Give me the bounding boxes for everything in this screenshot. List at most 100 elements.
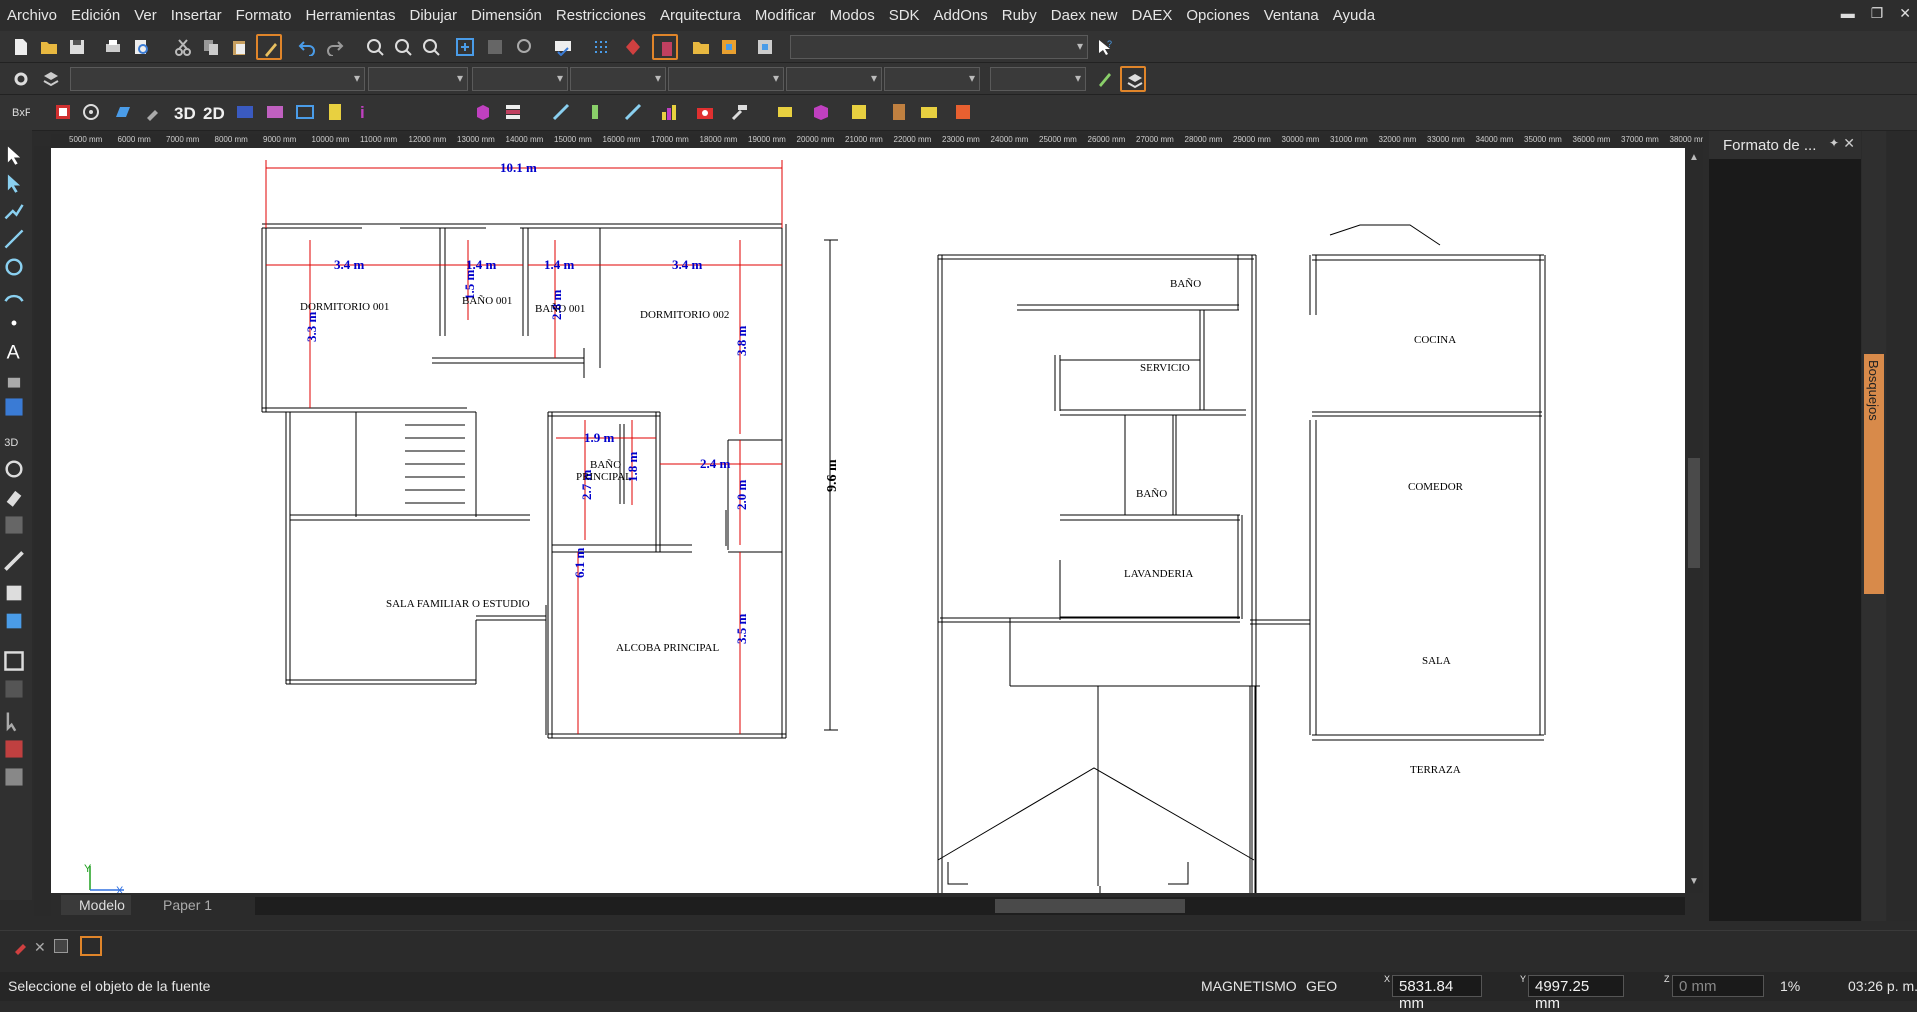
camera-icon[interactable]	[692, 99, 718, 125]
tab-paper-1[interactable]: Paper 1	[145, 895, 218, 915]
measure-icon[interactable]	[3, 550, 29, 576]
horizontal-scroll-thumb[interactable]	[995, 899, 1185, 913]
menu-item-10[interactable]: Modificar	[748, 7, 823, 24]
menu-item-16[interactable]: DAEX	[1124, 7, 1179, 24]
table-icon[interactable]	[3, 650, 29, 676]
menu-item-19[interactable]: Ayuda	[1326, 7, 1382, 24]
properties-button[interactable]	[752, 34, 778, 60]
open-file-button[interactable]	[36, 34, 62, 60]
dim-style-select[interactable]	[884, 67, 980, 91]
menu-item-0[interactable]: Archivo	[0, 7, 64, 24]
undo-button[interactable]	[294, 34, 320, 60]
layer-select[interactable]	[70, 67, 365, 91]
cursor-icon[interactable]	[3, 710, 29, 736]
brush-icon[interactable]	[140, 99, 166, 125]
align-icon[interactable]	[582, 99, 608, 125]
print-preview-button[interactable]	[128, 34, 154, 60]
horizontal-scrollbar[interactable]	[255, 897, 1685, 915]
paste-button[interactable]	[226, 34, 252, 60]
frame-icon[interactable]	[292, 99, 318, 125]
tab-modelo[interactable]: Modelo	[61, 895, 131, 915]
settings-icon[interactable]	[8, 66, 34, 92]
x-coordinate-field[interactable]: 5831.84 mm	[1392, 975, 1482, 1012]
hammer-icon[interactable]	[726, 99, 752, 125]
vertical-scroll-thumb[interactable]	[1688, 458, 1700, 568]
lineweight-select[interactable]	[570, 67, 666, 91]
save-button[interactable]	[64, 34, 90, 60]
scroll-down-icon[interactable]: ▼	[1689, 876, 1699, 887]
restore-icon[interactable]: ❐	[1871, 5, 1884, 22]
snap-button[interactable]	[620, 34, 646, 60]
menu-item-3[interactable]: Insertar	[164, 7, 229, 24]
magnetismo-toggle[interactable]: MAGNETISMO	[1201, 978, 1297, 994]
bosquejos-tab[interactable]: Bosquejos	[1864, 354, 1884, 594]
dimension-2-icon[interactable]	[620, 99, 646, 125]
polyline-icon[interactable]	[3, 200, 29, 226]
design-center-button[interactable]	[716, 34, 742, 60]
scroll-up-icon[interactable]: ▲	[1689, 152, 1699, 163]
pointer-icon[interactable]	[3, 172, 29, 198]
point-icon[interactable]	[3, 312, 29, 338]
region-icon[interactable]	[3, 738, 29, 764]
export-icon[interactable]	[950, 99, 976, 125]
grid-tool-icon[interactable]	[846, 99, 872, 125]
orbit-icon[interactable]	[3, 458, 29, 484]
z-coordinate-field[interactable]: 0 mm	[1672, 975, 1764, 997]
wipeout-icon[interactable]	[3, 766, 29, 792]
bxf-icon[interactable]: BxF	[8, 99, 34, 125]
cancel-icon[interactable]: ✕	[34, 939, 46, 956]
arc-icon[interactable]	[3, 284, 29, 310]
new-file-button[interactable]	[8, 34, 34, 60]
layers-icon[interactable]	[500, 99, 526, 125]
regen-button[interactable]	[482, 34, 508, 60]
stop-icon[interactable]	[54, 939, 68, 953]
command-list-icon[interactable]	[80, 936, 102, 956]
menu-item-7[interactable]: Dimensión	[464, 7, 549, 24]
menu-item-1[interactable]: Edición	[64, 7, 127, 24]
stack-icon[interactable]	[772, 99, 798, 125]
palette-icon[interactable]	[50, 99, 76, 125]
zoom-realtime-button[interactable]	[362, 34, 388, 60]
menu-item-15[interactable]: Daex new	[1044, 7, 1125, 24]
menu-item-5[interactable]: Herramientas	[298, 7, 402, 24]
grid-button[interactable]	[588, 34, 614, 60]
menu-item-8[interactable]: Restricciones	[549, 7, 653, 24]
y-coordinate-field[interactable]: 4997.25 mm	[1528, 975, 1624, 1012]
cut-button[interactable]	[170, 34, 196, 60]
jpg-export-icon[interactable]	[232, 99, 258, 125]
linetype-select[interactable]	[472, 67, 568, 91]
menu-item-12[interactable]: SDK	[882, 7, 927, 24]
navigation-icon[interactable]	[78, 99, 104, 125]
panel-close-icon[interactable]: ✕	[1843, 135, 1855, 152]
geo-toggle[interactable]: GEO	[1306, 978, 1337, 994]
close-icon[interactable]: ✕	[1899, 5, 1911, 22]
insert-icon[interactable]	[3, 678, 29, 704]
info-button[interactable]: i	[360, 103, 365, 123]
layer-manager-button[interactable]	[652, 34, 678, 60]
menu-item-2[interactable]: Ver	[127, 7, 164, 24]
menu-item-17[interactable]: Opciones	[1179, 7, 1256, 24]
line-icon[interactable]	[3, 228, 29, 254]
zoom-previous-button[interactable]	[418, 34, 444, 60]
print-button[interactable]	[100, 34, 126, 60]
view-3d-button[interactable]: 3D	[174, 104, 196, 124]
text-icon[interactable]: A	[3, 340, 29, 366]
bar-chart-icon[interactable]	[656, 99, 682, 125]
select-arrow-icon[interactable]	[3, 144, 29, 170]
book-icon[interactable]	[886, 99, 912, 125]
menu-item-14[interactable]: Ruby	[995, 7, 1044, 24]
menu-item-6[interactable]: Dibujar	[403, 7, 465, 24]
match-properties-button[interactable]	[256, 34, 282, 60]
spell-check-button[interactable]	[550, 34, 576, 60]
dimension-1-icon[interactable]	[548, 99, 574, 125]
mail-icon[interactable]	[916, 99, 942, 125]
document-icon[interactable]	[322, 99, 348, 125]
vertical-scrollbar[interactable]: ▲ ▼	[1685, 148, 1703, 893]
menu-item-9[interactable]: Arquitectura	[653, 7, 748, 24]
plotstyle-select[interactable]	[668, 67, 784, 91]
lock-icon[interactable]	[3, 368, 29, 394]
view-2d-button[interactable]: 2D	[203, 104, 225, 124]
zoom-button[interactable]	[512, 34, 538, 60]
open-folder-button[interactable]	[688, 34, 714, 60]
minimize-icon[interactable]: ▬	[1841, 5, 1855, 22]
